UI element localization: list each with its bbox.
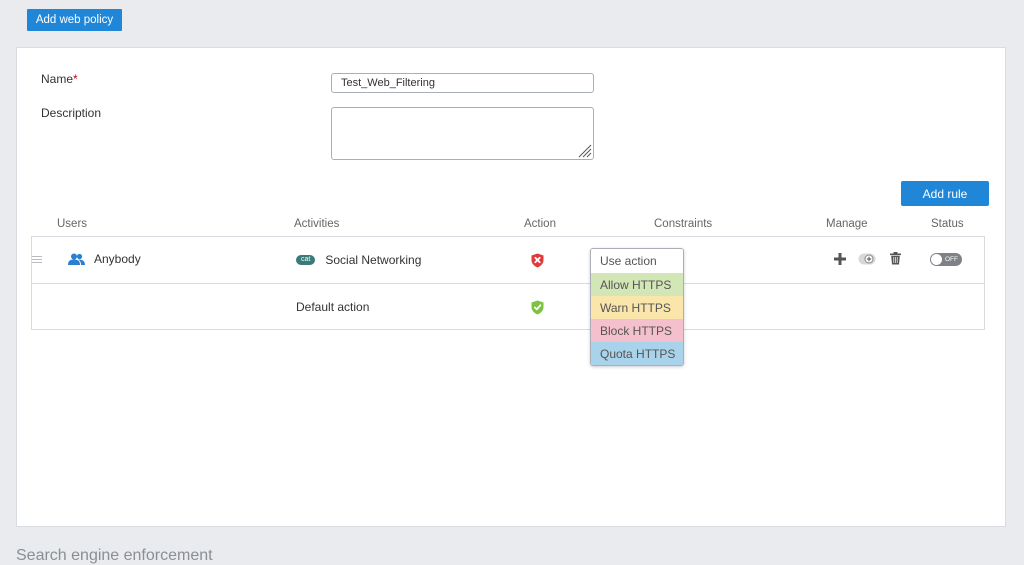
shield-check-icon[interactable]	[531, 300, 544, 315]
rule-activity: cat Social Networking	[296, 253, 421, 267]
name-label: Name*	[41, 72, 78, 86]
description-label: Description	[41, 106, 102, 120]
rules-table: Anybody cat Social Networking Default ac…	[31, 236, 985, 330]
column-header-constraints: Constraints	[654, 218, 713, 230]
resize-grip-icon[interactable]	[577, 143, 592, 158]
users-icon	[68, 253, 85, 265]
user-name: Anybody	[94, 252, 141, 266]
name-field[interactable]: Test_Web_Filtering	[331, 73, 594, 93]
table-row[interactable]: Anybody cat Social Networking	[32, 237, 984, 284]
required-mark: *	[73, 72, 78, 86]
toggle-state-label: OFF	[945, 256, 958, 263]
column-header-activities: Activities	[294, 218, 340, 230]
web-policy-card: Name* Test_Web_Filtering Description Add…	[16, 47, 1006, 527]
insert-rule-icon[interactable]	[858, 253, 876, 265]
category-badge: cat	[296, 255, 316, 265]
add-rule-button[interactable]: Add rule	[901, 181, 989, 206]
status-toggle[interactable]: OFF	[930, 253, 962, 266]
option-quota-https[interactable]: Quota HTTPS	[591, 342, 683, 365]
column-header-manage: Manage	[826, 218, 868, 230]
column-header-status: Status	[931, 218, 964, 230]
plus-icon[interactable]	[834, 253, 846, 265]
column-header-action: Action	[524, 218, 556, 230]
option-allow-https[interactable]: Allow HTTPS	[591, 273, 683, 296]
option-use-action[interactable]: Use action	[591, 249, 683, 273]
add-web-policy-button[interactable]: Add web policy	[27, 9, 122, 31]
constraint-dropdown[interactable]: Use action Allow HTTPS Warn HTTPS Block …	[590, 248, 684, 366]
rule-user: Anybody	[68, 252, 141, 266]
trash-icon[interactable]	[890, 252, 901, 265]
section-title: Search engine enforcement	[16, 547, 213, 564]
default-action-label: Default action	[296, 300, 370, 314]
option-warn-https[interactable]: Warn HTTPS	[591, 296, 683, 319]
activity-name: Social Networking	[325, 253, 422, 267]
toggle-knob	[931, 254, 942, 265]
drag-handle-icon[interactable]	[32, 256, 42, 265]
description-field[interactable]	[331, 107, 594, 160]
table-row[interactable]: Default action	[32, 284, 984, 329]
column-header-users: Users	[57, 218, 88, 230]
option-block-https[interactable]: Block HTTPS	[591, 319, 683, 342]
shield-x-icon[interactable]	[531, 253, 544, 268]
